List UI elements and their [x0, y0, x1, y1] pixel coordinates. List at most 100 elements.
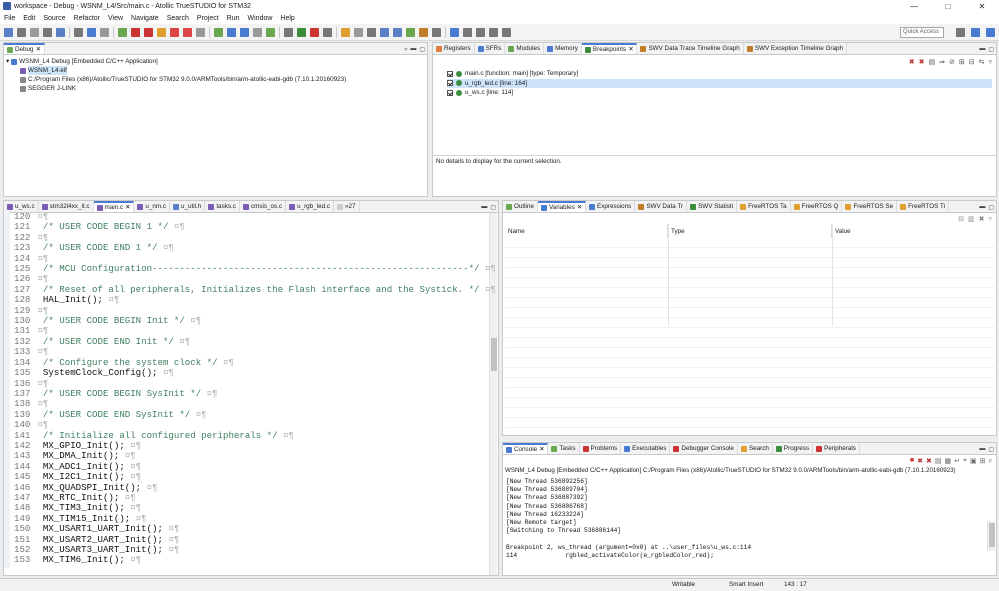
toolbar-tool-icon[interactable]	[323, 27, 332, 37]
tab-problems[interactable]: Problems	[580, 443, 622, 454]
tab-executables[interactable]: Executables	[621, 443, 671, 454]
tab-variables[interactable]: Variables ✕	[537, 201, 587, 212]
view-menu-icon[interactable]: ▿	[988, 58, 992, 66]
scroll-lock-icon[interactable]: ▦	[945, 457, 952, 465]
menu-refactor[interactable]: Refactor	[70, 15, 104, 22]
maximize-view-icon[interactable]: ▢	[419, 46, 425, 53]
menu-file[interactable]: File	[0, 15, 19, 22]
minimize-view-icon[interactable]: ▬	[979, 46, 985, 52]
view-menu-icon[interactable]: ▿	[988, 215, 992, 223]
column-name[interactable]: Name	[505, 224, 668, 238]
toolbar-tool-icon[interactable]	[4, 27, 13, 37]
toolbar-tool-icon[interactable]	[240, 27, 249, 37]
close-icon[interactable]: ✕	[539, 446, 544, 453]
tab-debug[interactable]: Debug ✕	[4, 43, 45, 54]
toolbar-tool-icon[interactable]	[284, 27, 293, 37]
pin-console-icon[interactable]: ⌖	[963, 457, 967, 465]
toolbar-tool-icon[interactable]	[463, 27, 472, 37]
tab-freertos-ti[interactable]: FreeRTOS Ti	[897, 201, 949, 212]
tab--27[interactable]: »27	[334, 201, 360, 212]
tab-freertos-ta[interactable]: FreeRTOS Ta	[737, 201, 791, 212]
collapse-icon[interactable]: ▾	[6, 57, 9, 66]
toolbar-tool-icon[interactable]	[87, 27, 96, 37]
toolbar-tool-icon[interactable]	[419, 27, 428, 37]
word-wrap-icon[interactable]: ↵	[954, 457, 960, 465]
tree-item-gdb[interactable]: C:/Program Files (x86)/Atollic/TrueSTUDI…	[6, 75, 346, 84]
tab-progress[interactable]: Progress	[773, 443, 814, 454]
breakpoint-item[interactable]: main.c [function: main] [type: Temporary…	[447, 69, 992, 79]
menu-edit[interactable]: Edit	[19, 15, 39, 22]
enabled-checkbox[interactable]	[447, 80, 453, 87]
remove-all-icon[interactable]: ✖	[919, 58, 925, 66]
menu-source[interactable]: Source	[39, 15, 69, 22]
toolbar-tool-icon[interactable]	[489, 27, 498, 37]
toolbar-tool-icon[interactable]	[297, 27, 306, 37]
go-to-icon[interactable]: ⇒	[939, 58, 945, 66]
tab-console[interactable]: Console ✕	[503, 443, 549, 454]
toolbar-tool-icon[interactable]	[380, 27, 389, 37]
clear-console-icon[interactable]: ▤	[935, 457, 942, 465]
maximize-view-icon[interactable]: ▢	[490, 204, 496, 211]
close-icon[interactable]: ✕	[125, 204, 130, 211]
remove-launch-icon[interactable]: ✖	[917, 457, 923, 465]
close-icon[interactable]: ✕	[36, 46, 41, 53]
tab-u-util-h[interactable]: u_util.h	[170, 201, 206, 212]
console-scroll-thumb[interactable]	[989, 523, 995, 547]
tree-item-launch[interactable]: ▾ WSNM_L4 Debug [Embedded C/C++ Applicati…	[6, 57, 346, 66]
remove-icon[interactable]: ✖	[909, 58, 915, 66]
toolbar-tool-icon[interactable]	[341, 27, 350, 37]
tab-tasks[interactable]: Tasks	[548, 443, 580, 454]
toolbar-tool-icon[interactable]	[131, 27, 140, 37]
toolbar-tool-icon[interactable]	[183, 27, 192, 37]
toolbar-tool-icon[interactable]	[196, 27, 205, 37]
tree-item-probe[interactable]: SEGGER J-LINK	[6, 84, 346, 93]
maximize-view-icon[interactable]: ▢	[988, 204, 994, 211]
collapse-all-icon[interactable]: ⊟	[969, 58, 975, 66]
toolbar-tool-icon[interactable]	[100, 27, 109, 37]
toolbar-tool-icon[interactable]	[367, 27, 376, 37]
menu-search[interactable]: Search	[163, 15, 193, 22]
perspective-icon[interactable]	[956, 28, 965, 37]
toolbar-tool-icon[interactable]	[227, 27, 236, 37]
enabled-checkbox[interactable]	[447, 89, 453, 96]
tab-freertos-q[interactable]: FreeRTOS Q	[791, 201, 843, 212]
show-icon[interactable]: ▤	[928, 58, 935, 66]
link-icon[interactable]: ⇆	[979, 58, 985, 66]
tree-item-elf[interactable]: WSNM_L4.elf	[6, 66, 346, 75]
menu-navigate[interactable]: Navigate	[127, 15, 163, 22]
view-menu-icon[interactable]: ▿	[404, 46, 407, 53]
toolbar-tool-icon[interactable]	[310, 27, 319, 37]
toolbar-tool-icon[interactable]	[144, 27, 153, 37]
tab-freertos-se[interactable]: FreeRTOS Se	[842, 201, 898, 212]
menu-help[interactable]: Help	[276, 15, 298, 22]
tab-swv-data-tr[interactable]: SWV Data Tr	[635, 201, 688, 212]
minimize-view-icon[interactable]: ▬	[410, 46, 416, 52]
toolbar-tool-icon[interactable]	[266, 27, 275, 37]
perspective-icon[interactable]	[971, 28, 980, 37]
toolbar-tool-icon[interactable]	[476, 27, 485, 37]
minimize-view-icon[interactable]: ▬	[979, 204, 985, 210]
tab-u-rgb-led-c[interactable]: u_rgb_led.c	[286, 201, 334, 212]
menu-project[interactable]: Project	[193, 15, 223, 22]
tab-breakpoints[interactable]: Breakpoints ✕	[581, 43, 638, 54]
close-button[interactable]: ✕	[965, 2, 999, 11]
tab-cmsis-os-c[interactable]: cmsis_os.c	[240, 201, 287, 212]
display-console-icon[interactable]: ▣	[970, 457, 977, 465]
toolbar-tool-icon[interactable]	[432, 27, 441, 37]
tab-outline[interactable]: Outline	[503, 201, 538, 212]
select-columns-icon[interactable]: ▥	[968, 215, 975, 223]
minimize-button[interactable]: —	[897, 2, 931, 11]
breakpoint-item[interactable]: u_ws.c [line: 114]	[447, 88, 992, 98]
remove-icon[interactable]: ✖	[979, 215, 985, 223]
toolbar-tool-icon[interactable]	[406, 27, 415, 37]
toolbar-tool-icon[interactable]	[157, 27, 166, 37]
toolbar-tool-icon[interactable]	[502, 27, 511, 37]
quick-access-input[interactable]: Quick Access	[900, 27, 944, 38]
tab-swv-exception-timeline-graph[interactable]: SWV Exception Timeline Graph	[744, 43, 848, 54]
skip-icon[interactable]: ⊘	[949, 58, 955, 66]
tab-modules[interactable]: Modules	[505, 43, 545, 54]
toolbar-tool-icon[interactable]	[354, 27, 363, 37]
toolbar-tool-icon[interactable]	[30, 27, 39, 37]
toolbar-tool-icon[interactable]	[253, 27, 262, 37]
toolbar-tool-icon[interactable]	[450, 27, 459, 37]
